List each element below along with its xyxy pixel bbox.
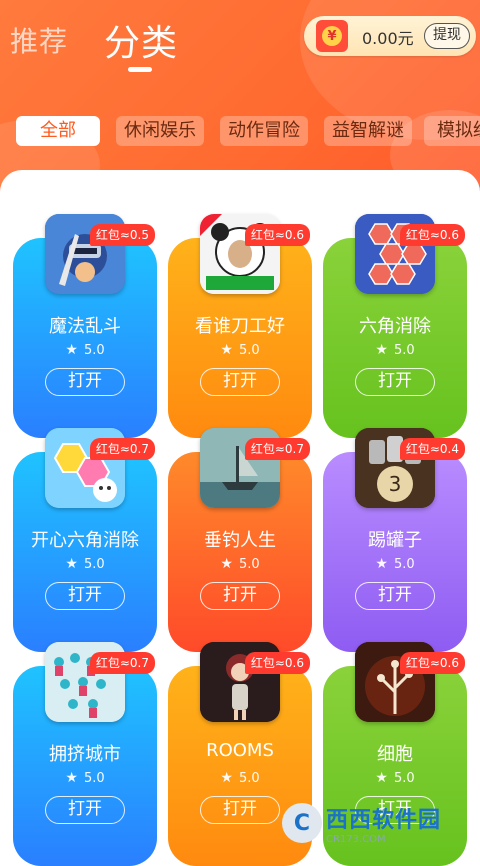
red-envelope-badge: 红包≈0.6 xyxy=(244,652,310,674)
red-envelope-badge: 红包≈0.5 xyxy=(89,224,155,246)
open-button[interactable]: 打开 xyxy=(45,796,125,824)
red-envelope-badge: 红包≈0.7 xyxy=(89,652,155,674)
red-envelope-badge: 红包≈0.4 xyxy=(399,438,465,460)
category-chip-action[interactable]: 动作冒险 xyxy=(220,116,308,146)
star-icon: ★ xyxy=(375,556,388,572)
red-envelope-badge: 红包≈0.6 xyxy=(244,224,310,246)
withdraw-button[interactable]: 提现 xyxy=(424,23,470,49)
red-envelope-badge: 红包≈0.6 xyxy=(399,224,465,246)
open-button[interactable]: 打开 xyxy=(200,582,280,610)
star-icon: ★ xyxy=(220,342,233,358)
game-rating: ★ 5.0 xyxy=(168,342,312,358)
game-name: 垂钓人生 xyxy=(204,530,276,551)
rating-value: 5.0 xyxy=(393,771,415,786)
game-card[interactable]: 红包≈0.6 六角消除 ★ 5.0 打开 xyxy=(323,214,467,438)
watermark-text: 西西软件园 CR173.COM xyxy=(326,802,441,845)
watermark-logo-icon: C xyxy=(282,803,322,843)
game-rating: ★ 5.0 xyxy=(13,770,157,786)
rating-value: 5.0 xyxy=(238,557,260,572)
open-button[interactable]: 打开 xyxy=(200,368,280,396)
svg-text:3: 3 xyxy=(389,472,402,496)
game-name: ROOMS xyxy=(206,740,274,761)
star-icon: ★ xyxy=(220,770,233,786)
game-name: 细胞 xyxy=(377,744,413,765)
game-rating: ★ 5.0 xyxy=(168,770,312,786)
game-name: 踢罐子 xyxy=(368,530,422,551)
star-icon: ★ xyxy=(65,556,78,572)
rating-value: 5.0 xyxy=(238,771,260,786)
category-chip-all[interactable]: 全部 xyxy=(16,116,100,146)
watermark-title: 西西软件园 xyxy=(326,807,442,833)
top-tab-bar: 推荐 分类 ¥ 0.00元 提现 xyxy=(0,0,480,90)
star-icon: ★ xyxy=(220,556,233,572)
game-name: 六角消除 xyxy=(359,316,431,337)
game-card[interactable]: 红包≈0.6 看谁刀工好 ★ 5.0 打开 xyxy=(168,214,312,438)
wallet-amount: 0.00元 xyxy=(362,29,414,48)
game-grid-panel: 红包≈0.5 魔法乱斗 ★ 5.0 打开 红包≈0.6 看谁刀工好 ★ 5.0 打开… xyxy=(0,170,480,866)
game-rating: ★ 5.0 xyxy=(168,556,312,572)
game-rating: ★ 5.0 xyxy=(323,556,467,572)
watermark-subtitle: CR173.COM xyxy=(326,833,386,845)
game-name: 拥挤城市 xyxy=(49,744,121,765)
tab-category[interactable]: 分类 xyxy=(104,14,178,66)
open-button[interactable]: 打开 xyxy=(45,368,125,396)
game-card[interactable]: 3 红包≈0.4 踢罐子 ★ 5.0 打开 xyxy=(323,428,467,652)
category-chip-casual[interactable]: 休闲娱乐 xyxy=(116,116,204,146)
open-button[interactable]: 打开 xyxy=(200,796,280,824)
game-name: 开心六角消除 xyxy=(31,530,139,551)
rating-value: 5.0 xyxy=(83,771,105,786)
star-icon: ★ xyxy=(65,770,78,786)
game-rating: ★ 5.0 xyxy=(323,342,467,358)
coin-icon: ¥ xyxy=(322,26,342,46)
game-rating: ★ 5.0 xyxy=(13,556,157,572)
red-envelope-coin-icon: ¥ xyxy=(316,20,348,52)
game-name: 魔法乱斗 xyxy=(49,316,121,337)
category-bar: 全部 休闲娱乐 动作冒险 益智解谜 模拟经 xyxy=(0,116,480,150)
open-button[interactable]: 打开 xyxy=(355,368,435,396)
game-card[interactable]: 红包≈0.7 开心六角消除 ★ 5.0 打开 xyxy=(13,428,157,652)
red-envelope-badge: 红包≈0.7 xyxy=(244,438,310,460)
category-chip-puzzle[interactable]: 益智解谜 xyxy=(324,116,412,146)
tab-recommend[interactable]: 推荐 xyxy=(10,20,68,60)
site-watermark: C 西西软件园 CR173.COM xyxy=(282,800,470,846)
game-card[interactable]: 红包≈0.7 拥挤城市 ★ 5.0 打开 xyxy=(13,642,157,866)
open-button[interactable]: 打开 xyxy=(355,582,435,610)
game-rating: ★ 5.0 xyxy=(323,770,467,786)
game-card[interactable]: 红包≈0.5 魔法乱斗 ★ 5.0 打开 xyxy=(13,214,157,438)
rating-value: 5.0 xyxy=(393,343,415,358)
rating-value: 5.0 xyxy=(393,557,415,572)
game-name: 看谁刀工好 xyxy=(195,316,285,337)
star-icon: ★ xyxy=(375,770,388,786)
game-rating: ★ 5.0 xyxy=(13,342,157,358)
rating-value: 5.0 xyxy=(238,343,260,358)
rating-value: 5.0 xyxy=(83,343,105,358)
category-chip-simulation[interactable]: 模拟经 xyxy=(424,116,480,146)
star-icon: ★ xyxy=(375,342,388,358)
star-icon: ★ xyxy=(65,342,78,358)
active-tab-indicator xyxy=(128,67,152,72)
wallet-panel[interactable]: ¥ 0.00元 提现 xyxy=(304,16,476,56)
open-button[interactable]: 打开 xyxy=(45,582,125,610)
red-envelope-badge: 红包≈0.7 xyxy=(89,438,155,460)
game-card[interactable]: 红包≈0.7 垂钓人生 ★ 5.0 打开 xyxy=(168,428,312,652)
rating-value: 5.0 xyxy=(83,557,105,572)
red-envelope-badge: 红包≈0.6 xyxy=(399,652,465,674)
